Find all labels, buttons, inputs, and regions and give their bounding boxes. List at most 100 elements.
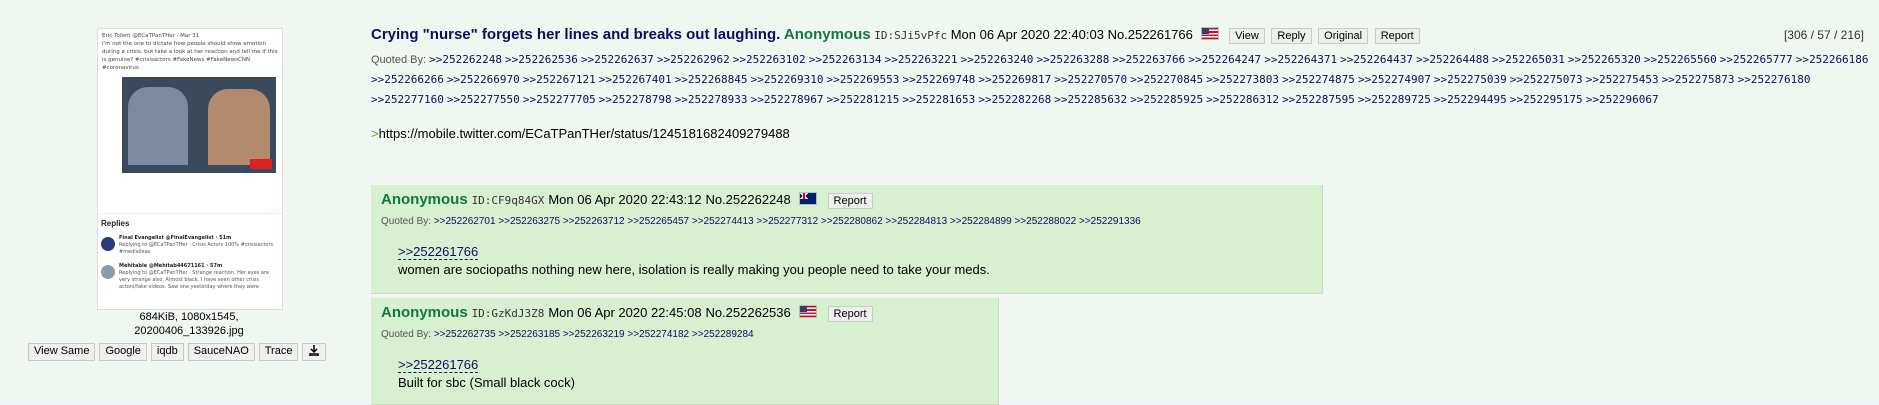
quoted-by-link[interactable]: >>252288022 xyxy=(1014,216,1076,227)
saucenao-search-button[interactable]: SauceNAO xyxy=(187,343,255,361)
quoted-by-link[interactable]: >>252262701 xyxy=(434,216,496,227)
quoted-by-link[interactable]: >>252269310 xyxy=(751,73,824,86)
quoted-by-link[interactable]: >>252265777 xyxy=(1720,53,1793,66)
quoted-by-link[interactable]: >>252281653 xyxy=(902,93,975,106)
quoted-by-link[interactable]: >>252262962 xyxy=(657,53,730,66)
us-flag-icon xyxy=(1200,27,1219,40)
quoted-by-link[interactable]: >>252264247 xyxy=(1188,53,1261,66)
quoted-by-link[interactable]: >>252287595 xyxy=(1282,93,1355,106)
quoted-by-link[interactable]: >>252280862 xyxy=(821,216,883,227)
quoted-by-link[interactable]: >>252285925 xyxy=(1130,93,1203,106)
quoted-by-link[interactable]: >>252291336 xyxy=(1079,216,1141,227)
quoted-by-link[interactable]: >>252263221 xyxy=(885,53,958,66)
quoted-by-link[interactable]: >>252262248 xyxy=(429,53,502,66)
quoted-by-link[interactable]: >>252295175 xyxy=(1510,93,1583,106)
quoted-by-link[interactable]: >>252269748 xyxy=(902,73,975,86)
post-url[interactable]: https://mobile.twitter.com/ECaTPanTHer/s… xyxy=(379,126,790,141)
quoted-by-link[interactable]: >>252265031 xyxy=(1492,53,1565,66)
quoted-by-link[interactable]: >>252269817 xyxy=(978,73,1051,86)
quoted-by-link[interactable]: >>252278798 xyxy=(599,93,672,106)
quoted-by-link[interactable]: >>252284899 xyxy=(950,216,1012,227)
quoted-by-link[interactable]: >>252266186 xyxy=(1796,53,1869,66)
quoted-by-link[interactable]: >>252263288 xyxy=(1036,53,1109,66)
quoted-by-link[interactable]: >>252275039 xyxy=(1434,73,1507,86)
original-button[interactable]: Original xyxy=(1318,28,1369,44)
view-button[interactable]: View xyxy=(1229,28,1265,44)
quoted-by-link[interactable]: >>252275453 xyxy=(1586,73,1659,86)
quoted-by-link[interactable]: >>252275873 xyxy=(1662,73,1735,86)
quoted-by-link[interactable]: >>252262536 xyxy=(505,53,578,66)
quoted-by-link[interactable]: >>252269553 xyxy=(827,73,900,86)
quoted-by-link[interactable]: >>252270570 xyxy=(1054,73,1127,86)
quoted-by-link[interactable]: >>252266266 xyxy=(371,73,444,86)
quoted-by-link[interactable]: >>252276180 xyxy=(1738,73,1811,86)
quoted-by-link[interactable]: >>252262637 xyxy=(581,53,654,66)
quoted-by-link[interactable]: >>252274182 xyxy=(627,329,689,340)
file-name[interactable]: 20200406_133926.jpg xyxy=(97,324,281,338)
post-number[interactable]: No.252261766 xyxy=(1108,27,1193,42)
poster-id[interactable]: ID:CF9q84GX xyxy=(472,194,545,207)
quoted-by-link[interactable]: >>252263134 xyxy=(809,53,882,66)
trace-search-button[interactable]: Trace xyxy=(258,343,299,361)
quoted-by-links: >>252262735 >>252263185 >>252263219 >>25… xyxy=(434,329,754,340)
quoted-by-link[interactable]: >>252284813 xyxy=(885,216,947,227)
quoted-by-link[interactable]: >>252267401 xyxy=(599,73,672,86)
poster-id[interactable]: ID:GzKdJ3Z8 xyxy=(472,307,545,320)
quoted-by-link[interactable]: >>252281215 xyxy=(827,93,900,106)
quoted-by-link[interactable]: >>252285632 xyxy=(1054,93,1127,106)
download-button[interactable] xyxy=(302,343,327,361)
post-number[interactable]: No.252262536 xyxy=(705,305,790,320)
quoted-by-link[interactable]: >>252264488 xyxy=(1416,53,1489,66)
quoted-by-link[interactable]: >>252296067 xyxy=(1586,93,1659,106)
quoted-by-link[interactable]: >>252282268 xyxy=(978,93,1051,106)
quoted-by-link[interactable]: >>252289284 xyxy=(692,329,754,340)
quoted-by-link[interactable]: >>252289725 xyxy=(1358,93,1431,106)
quoted-by-link[interactable]: >>252265457 xyxy=(627,216,689,227)
quoted-by-link[interactable]: >>252265560 xyxy=(1644,53,1717,66)
report-button[interactable]: Report xyxy=(1374,28,1420,44)
quoted-by-link[interactable]: >>252263219 xyxy=(563,329,625,340)
quoted-by-link[interactable]: >>252263240 xyxy=(961,53,1034,66)
quoted-by-link[interactable]: >>252274907 xyxy=(1358,73,1431,86)
iqdb-search-button[interactable]: iqdb xyxy=(150,343,184,361)
thumb-reply-head: Mehitable @Mehitab44671161 · 57m xyxy=(119,263,223,269)
poster-id[interactable]: ID:SJi5vPfc xyxy=(874,29,947,42)
quoted-by-link[interactable]: >>252267121 xyxy=(523,73,596,86)
tweet-video-still xyxy=(122,77,276,173)
quoted-by-link[interactable]: >>252274875 xyxy=(1282,73,1355,86)
quoted-by-link[interactable]: >>252262735 xyxy=(434,329,496,340)
quoted-by-link[interactable]: >>252265320 xyxy=(1568,53,1641,66)
quoted-by-link[interactable]: >>252277705 xyxy=(523,93,596,106)
quoted-by-link[interactable]: >>252264371 xyxy=(1264,53,1337,66)
post-thumbnail[interactable]: Eric Tollett @ECaTPanTHer · Mar 31 I'm n… xyxy=(97,28,283,310)
google-search-button[interactable]: Google xyxy=(99,343,147,361)
file-info: 684KiB, 1080x1545, 20200406_133926.jpg xyxy=(97,310,281,338)
quoted-by-link[interactable]: >>252263712 xyxy=(563,216,625,227)
quoted-by-link[interactable]: >>252294495 xyxy=(1434,93,1507,106)
quoted-by-link[interactable]: >>252273803 xyxy=(1206,73,1279,86)
quoted-by-link[interactable]: >>252264437 xyxy=(1340,53,1413,66)
quoted-by-link[interactable]: >>252268845 xyxy=(675,73,748,86)
quoted-by-link[interactable]: >>252277312 xyxy=(756,216,818,227)
quoted-by-link[interactable]: >>252278933 xyxy=(675,93,748,106)
report-button[interactable]: Report xyxy=(827,193,873,209)
quoted-by-link[interactable]: >>252263185 xyxy=(498,329,560,340)
quoted-by-link[interactable]: >>252263102 xyxy=(733,53,806,66)
quoted-by-link[interactable]: >>252277160 xyxy=(371,93,444,106)
quote-link[interactable]: >>252261766 xyxy=(398,244,479,260)
quoted-by-link[interactable]: >>252277550 xyxy=(447,93,520,106)
quoted-by-link[interactable]: >>252274413 xyxy=(692,216,754,227)
quoted-by-link[interactable]: >>252286312 xyxy=(1206,93,1279,106)
quoted-by-link[interactable]: >>252270845 xyxy=(1130,73,1203,86)
quoted-by-link[interactable]: >>252278967 xyxy=(751,93,824,106)
quote-link[interactable]: >>252261766 xyxy=(398,357,479,373)
quoted-by-link[interactable]: >>252275073 xyxy=(1510,73,1583,86)
reply-button[interactable]: Reply xyxy=(1271,28,1312,44)
quoted-by-link[interactable]: >>252263766 xyxy=(1112,53,1185,66)
report-button[interactable]: Report xyxy=(827,306,873,322)
view-same-button[interactable]: View Same xyxy=(28,343,96,361)
quoted-by-label: Quoted By: xyxy=(371,54,427,66)
post-number[interactable]: No.252262248 xyxy=(705,192,790,207)
quoted-by-link[interactable]: >>252263275 xyxy=(498,216,560,227)
quoted-by-link[interactable]: >>252266970 xyxy=(447,73,520,86)
